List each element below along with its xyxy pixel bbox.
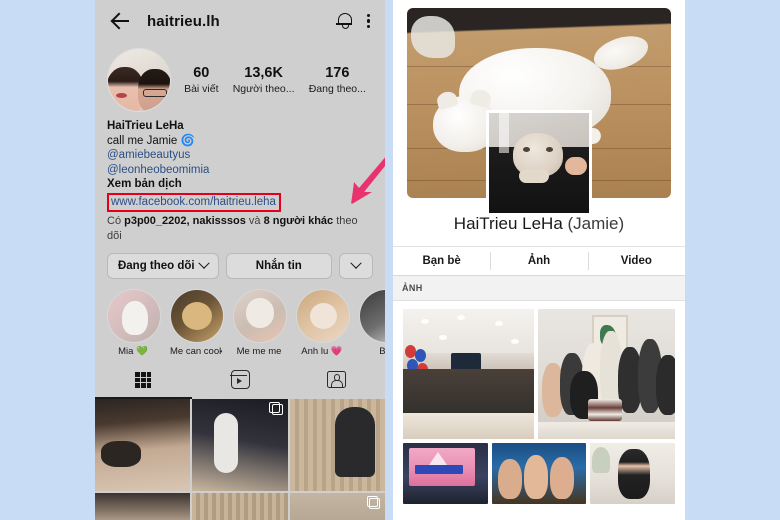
followed-by-text: Có p3p00_2202, nakisssos và 8 người khác… xyxy=(107,214,373,244)
instagram-profile-panel: haitrieu.lh 60 Bài viết 13,6K Người theo xyxy=(95,0,385,520)
post-thumbnail[interactable] xyxy=(289,492,385,520)
multi-photo-icon xyxy=(366,495,380,509)
post-thumbnail[interactable] xyxy=(192,398,288,491)
stat-posts-number: 60 xyxy=(193,64,210,81)
kebab-menu-icon[interactable] xyxy=(367,12,371,30)
highlight-thumb xyxy=(170,288,224,343)
photo-stage-event[interactable] xyxy=(403,443,488,504)
highlight-label: Me me me xyxy=(236,345,282,357)
bio-tagline: call me Jamie 🌀 xyxy=(107,134,195,147)
profile-username: haitrieu.lh xyxy=(147,12,220,30)
photo-party-large[interactable] xyxy=(403,309,534,439)
highlight-thumb xyxy=(359,288,385,343)
tab-videos-label: Video xyxy=(620,255,652,267)
header-actions xyxy=(336,12,371,30)
highlight-label: Anh lu 💗 xyxy=(301,345,343,357)
followed-by-count[interactable]: 8 người khác xyxy=(264,215,334,227)
tab-friends[interactable]: Bạn bè xyxy=(393,247,490,275)
highlight-label: Me can cook xyxy=(170,345,222,357)
stat-followers[interactable]: 13,6K Người theo... xyxy=(233,64,295,97)
profile-stats: 60 Bài viết 13,6K Người theo... 176 Đang… xyxy=(171,64,373,97)
chevron-down-icon xyxy=(197,257,210,269)
content-tab-bar xyxy=(95,363,385,397)
highlight-item[interactable]: Mia 💚 xyxy=(107,288,161,357)
post-thumbnail[interactable] xyxy=(192,492,288,520)
message-button-label: Nhắn tin xyxy=(255,259,302,272)
stat-followers-number: 13,6K xyxy=(244,64,283,81)
back-arrow-icon[interactable] xyxy=(109,9,133,33)
cover-area xyxy=(393,0,685,216)
tab-reels[interactable] xyxy=(192,370,289,390)
avatar[interactable] xyxy=(107,48,171,112)
photos-section-title: ẢNH xyxy=(402,283,423,293)
photos-row xyxy=(403,443,675,504)
tab-tagged[interactable] xyxy=(288,371,385,389)
see-translation-link[interactable]: Xem bản dịch xyxy=(107,177,373,192)
bio-display-name: HaiTrieu LeHa xyxy=(107,120,184,132)
grid-icon xyxy=(135,371,152,388)
stat-following-number: 176 xyxy=(325,64,350,81)
profile-summary-row: 60 Bài viết 13,6K Người theo... 176 Đang… xyxy=(95,42,385,112)
bell-icon[interactable] xyxy=(336,12,353,30)
stat-following-label: Đang theo... xyxy=(308,82,366,95)
following-button[interactable]: Đang theo dõi xyxy=(107,252,219,279)
photos-row xyxy=(403,309,675,439)
followed-by-mid: và xyxy=(245,214,264,227)
highlight-item[interactable]: Anh lu 💗 xyxy=(296,288,350,357)
profile-name-main: HaiTrieu LeHa xyxy=(453,214,563,233)
bio-external-link[interactable]: www.facebook.com/haitrieu.leha xyxy=(107,192,281,212)
stat-followers-label: Người theo... xyxy=(232,82,295,95)
photo-group-cake[interactable] xyxy=(538,309,675,439)
bio-mention-2[interactable]: @leonheobeomimia xyxy=(107,163,373,178)
highlight-label: Be xyxy=(379,345,385,357)
multi-photo-icon xyxy=(269,401,283,415)
tab-friends-label: Bạn bè xyxy=(422,255,461,267)
followed-by-prefix: Có xyxy=(107,214,125,227)
profile-photo-cat-held[interactable] xyxy=(486,110,592,216)
tagged-icon xyxy=(327,371,347,389)
highlight-label: Mia 💚 xyxy=(118,345,148,357)
highlight-item[interactable]: Be xyxy=(359,288,385,357)
highlight-thumb xyxy=(233,288,287,343)
story-highlights: Mia 💚 Me can cook Me me me Anh lu 💗 Be xyxy=(95,279,385,357)
chevron-down-icon xyxy=(350,257,362,269)
highlight-thumb xyxy=(107,288,161,343)
post-thumbnail[interactable] xyxy=(289,398,385,491)
message-button[interactable]: Nhắn tin xyxy=(225,252,332,279)
photo-girl-black[interactable] xyxy=(590,443,675,504)
highlight-item[interactable]: Me me me xyxy=(233,288,287,357)
post-thumbnail[interactable] xyxy=(95,398,191,491)
profile-name-alias: (Jamie) xyxy=(562,214,625,233)
stat-posts-label: Bài viết xyxy=(184,82,219,95)
profile-name: HaiTrieu LeHa (Jamie) xyxy=(393,214,685,234)
stat-following[interactable]: 176 Đang theo... xyxy=(309,64,366,97)
highlight-thumb xyxy=(296,288,350,343)
following-button-label: Đang theo dõi xyxy=(117,259,195,272)
tab-photos-label: Ảnh xyxy=(527,255,551,267)
stat-posts[interactable]: 60 Bài viết xyxy=(184,64,218,97)
tab-grid[interactable] xyxy=(95,371,192,388)
followed-by-names[interactable]: p3p00_2202, nakisssos xyxy=(124,215,246,227)
facebook-tab-bar: Bạn bè Ảnh Video xyxy=(393,246,685,276)
photos-section-header: ẢNH xyxy=(393,276,685,301)
profile-action-buttons: Đang theo dõi Nhắn tin xyxy=(95,244,385,279)
highlight-item[interactable]: Me can cook xyxy=(170,288,224,357)
photos-grid xyxy=(393,301,685,504)
screenshot-canvas: haitrieu.lh 60 Bài viết 13,6K Người theo xyxy=(0,0,780,520)
reels-icon xyxy=(229,370,250,390)
bio-mention-1[interactable]: @amiebeautyus xyxy=(107,148,373,163)
post-grid xyxy=(95,398,385,520)
bio-link-highlight: www.facebook.com/haitrieu.leha xyxy=(107,192,281,212)
more-options-button[interactable] xyxy=(339,252,373,279)
tab-photos[interactable]: Ảnh xyxy=(490,247,587,275)
facebook-profile-panel: HaiTrieu LeHa (Jamie) Bạn bè Ảnh Video Ả… xyxy=(393,0,685,520)
tab-videos[interactable]: Video xyxy=(587,247,685,275)
photo-three-friends[interactable] xyxy=(492,443,586,504)
instagram-header: haitrieu.lh xyxy=(95,0,385,42)
profile-bio: HaiTrieu LeHa call me Jamie 🌀 @amiebeaut… xyxy=(95,112,385,244)
post-thumbnail[interactable] xyxy=(95,492,191,520)
